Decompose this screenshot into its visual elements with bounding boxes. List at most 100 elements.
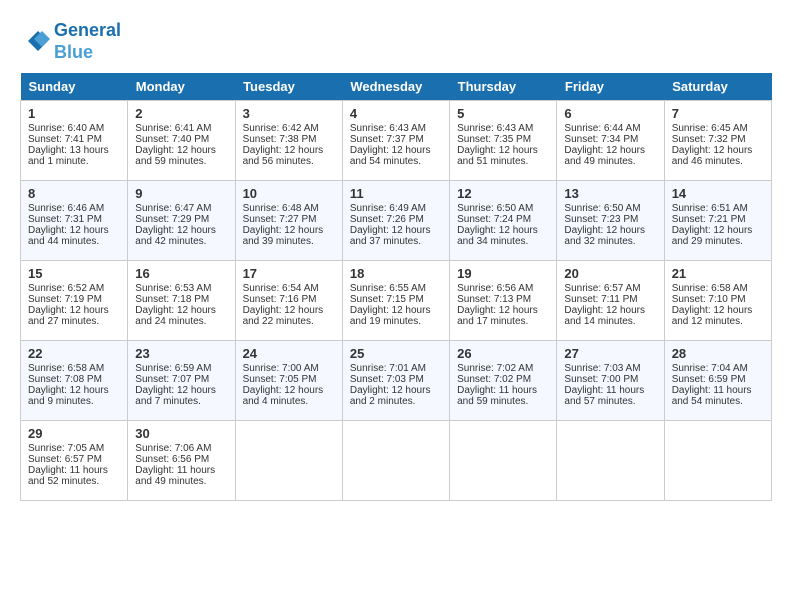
day-info-line: Sunrise: 6:47 AM xyxy=(135,203,227,214)
day-info-line: Sunset: 6:57 PM xyxy=(28,454,120,465)
day-info-line: Sunset: 7:32 PM xyxy=(672,134,764,145)
day-number: 11 xyxy=(350,186,442,201)
col-header-thursday: Thursday xyxy=(450,73,557,101)
day-info-line: Daylight: 12 hours xyxy=(243,225,335,236)
day-info-line: Sunrise: 6:58 AM xyxy=(28,363,120,374)
day-info-line: Daylight: 12 hours xyxy=(564,225,656,236)
day-info-line: Sunset: 7:34 PM xyxy=(564,134,656,145)
day-info-line: and 24 minutes. xyxy=(135,316,227,327)
calendar-cell: 16Sunrise: 6:53 AMSunset: 7:18 PMDayligh… xyxy=(128,261,235,341)
day-info-line: and 32 minutes. xyxy=(564,236,656,247)
calendar-cell: 9Sunrise: 6:47 AMSunset: 7:29 PMDaylight… xyxy=(128,181,235,261)
day-info-line: Sunrise: 7:00 AM xyxy=(243,363,335,374)
day-info-line: Sunset: 7:38 PM xyxy=(243,134,335,145)
calendar-cell: 15Sunrise: 6:52 AMSunset: 7:19 PMDayligh… xyxy=(21,261,128,341)
day-info-line: and 57 minutes. xyxy=(564,396,656,407)
calendar-cell: 19Sunrise: 6:56 AMSunset: 7:13 PMDayligh… xyxy=(450,261,557,341)
day-number: 8 xyxy=(28,186,120,201)
day-info-line: Sunset: 7:03 PM xyxy=(350,374,442,385)
day-info-line: Sunset: 7:02 PM xyxy=(457,374,549,385)
day-number: 24 xyxy=(243,346,335,361)
day-info-line: Daylight: 12 hours xyxy=(350,385,442,396)
day-info-line: Sunset: 7:16 PM xyxy=(243,294,335,305)
day-number: 22 xyxy=(28,346,120,361)
day-info-line: and 56 minutes. xyxy=(243,156,335,167)
calendar-cell: 8Sunrise: 6:46 AMSunset: 7:31 PMDaylight… xyxy=(21,181,128,261)
day-info-line: Daylight: 12 hours xyxy=(243,305,335,316)
col-header-tuesday: Tuesday xyxy=(235,73,342,101)
day-info-line: Daylight: 12 hours xyxy=(28,225,120,236)
day-info-line: and 54 minutes. xyxy=(350,156,442,167)
day-info-line: Daylight: 12 hours xyxy=(564,145,656,156)
day-info-line: Daylight: 12 hours xyxy=(350,145,442,156)
day-info-line: Daylight: 12 hours xyxy=(564,305,656,316)
col-header-monday: Monday xyxy=(128,73,235,101)
day-info-line: Daylight: 12 hours xyxy=(457,305,549,316)
calendar-cell: 23Sunrise: 6:59 AMSunset: 7:07 PMDayligh… xyxy=(128,341,235,421)
calendar-cell: 14Sunrise: 6:51 AMSunset: 7:21 PMDayligh… xyxy=(664,181,771,261)
day-info-line: Sunset: 7:21 PM xyxy=(672,214,764,225)
calendar-cell: 6Sunrise: 6:44 AMSunset: 7:34 PMDaylight… xyxy=(557,101,664,181)
day-info-line: Sunrise: 6:46 AM xyxy=(28,203,120,214)
day-info-line: Daylight: 13 hours xyxy=(28,145,120,156)
week-row-1: 1Sunrise: 6:40 AMSunset: 7:41 PMDaylight… xyxy=(21,101,772,181)
calendar-cell xyxy=(235,421,342,501)
calendar-cell: 2Sunrise: 6:41 AMSunset: 7:40 PMDaylight… xyxy=(128,101,235,181)
day-number: 27 xyxy=(564,346,656,361)
calendar-cell xyxy=(557,421,664,501)
day-info-line: Sunrise: 6:40 AM xyxy=(28,123,120,134)
day-info-line: and 49 minutes. xyxy=(135,476,227,487)
day-info-line: and 46 minutes. xyxy=(672,156,764,167)
calendar-cell: 10Sunrise: 6:48 AMSunset: 7:27 PMDayligh… xyxy=(235,181,342,261)
day-info-line: Daylight: 11 hours xyxy=(28,465,120,476)
day-info-line: and 22 minutes. xyxy=(243,316,335,327)
day-info-line: Sunrise: 6:43 AM xyxy=(457,123,549,134)
col-header-saturday: Saturday xyxy=(664,73,771,101)
day-number: 25 xyxy=(350,346,442,361)
day-number: 26 xyxy=(457,346,549,361)
day-info-line: Daylight: 12 hours xyxy=(243,145,335,156)
day-info-line: Sunset: 7:23 PM xyxy=(564,214,656,225)
day-info-line: Sunset: 7:10 PM xyxy=(672,294,764,305)
logo: General Blue xyxy=(20,20,121,63)
day-number: 20 xyxy=(564,266,656,281)
calendar-cell xyxy=(342,421,449,501)
logo-icon xyxy=(20,27,50,57)
day-info-line: and 42 minutes. xyxy=(135,236,227,247)
day-number: 2 xyxy=(135,106,227,121)
calendar-cell: 11Sunrise: 6:49 AMSunset: 7:26 PMDayligh… xyxy=(342,181,449,261)
calendar-cell: 1Sunrise: 6:40 AMSunset: 7:41 PMDaylight… xyxy=(21,101,128,181)
day-info-line: Sunset: 7:15 PM xyxy=(350,294,442,305)
day-info-line: Sunrise: 6:57 AM xyxy=(564,283,656,294)
day-info-line: Daylight: 12 hours xyxy=(243,385,335,396)
day-info-line: Sunrise: 6:54 AM xyxy=(243,283,335,294)
calendar-cell: 21Sunrise: 6:58 AMSunset: 7:10 PMDayligh… xyxy=(664,261,771,341)
day-number: 10 xyxy=(243,186,335,201)
day-info-line: Sunset: 7:24 PM xyxy=(457,214,549,225)
day-info-line: Sunrise: 6:53 AM xyxy=(135,283,227,294)
day-info-line: Sunset: 7:19 PM xyxy=(28,294,120,305)
day-info-line: Sunset: 7:26 PM xyxy=(350,214,442,225)
day-info-line: and 12 minutes. xyxy=(672,316,764,327)
calendar-cell: 29Sunrise: 7:05 AMSunset: 6:57 PMDayligh… xyxy=(21,421,128,501)
day-info-line: Daylight: 12 hours xyxy=(28,385,120,396)
day-info-line: Sunrise: 6:44 AM xyxy=(564,123,656,134)
day-info-line: Sunset: 7:08 PM xyxy=(28,374,120,385)
calendar-cell: 13Sunrise: 6:50 AMSunset: 7:23 PMDayligh… xyxy=(557,181,664,261)
day-info-line: Sunrise: 7:03 AM xyxy=(564,363,656,374)
col-header-sunday: Sunday xyxy=(21,73,128,101)
day-info-line: and 9 minutes. xyxy=(28,396,120,407)
day-info-line: Sunset: 7:00 PM xyxy=(564,374,656,385)
day-number: 4 xyxy=(350,106,442,121)
day-number: 29 xyxy=(28,426,120,441)
day-info-line: and 59 minutes. xyxy=(457,396,549,407)
calendar-cell: 18Sunrise: 6:55 AMSunset: 7:15 PMDayligh… xyxy=(342,261,449,341)
calendar-cell: 17Sunrise: 6:54 AMSunset: 7:16 PMDayligh… xyxy=(235,261,342,341)
day-info-line: Daylight: 12 hours xyxy=(457,225,549,236)
day-info-line: and 19 minutes. xyxy=(350,316,442,327)
calendar-cell: 20Sunrise: 6:57 AMSunset: 7:11 PMDayligh… xyxy=(557,261,664,341)
day-info-line: Sunrise: 6:52 AM xyxy=(28,283,120,294)
day-number: 3 xyxy=(243,106,335,121)
day-info-line: Sunset: 7:29 PM xyxy=(135,214,227,225)
day-number: 19 xyxy=(457,266,549,281)
